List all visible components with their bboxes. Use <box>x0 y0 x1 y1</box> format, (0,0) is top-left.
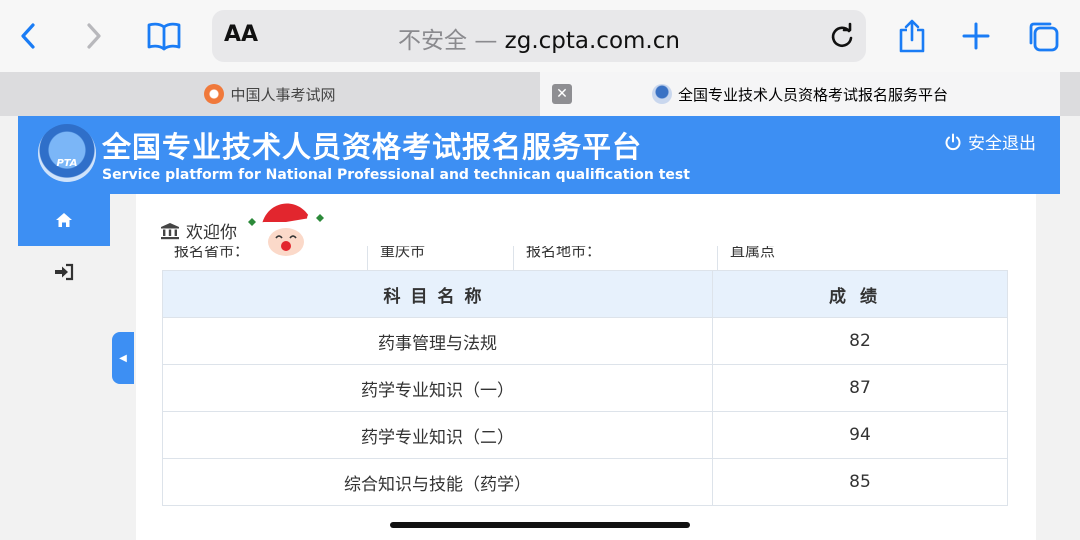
info-value-province: 重庆市 <box>368 246 514 270</box>
sidebar-collapse-button[interactable]: ◀ <box>112 332 134 384</box>
registration-info-row: 报名省市： 重庆市 报名地市： 直属点 <box>162 246 1008 270</box>
plus-icon <box>962 22 990 50</box>
chevron-left-icon <box>21 23 35 49</box>
url-display[interactable]: 不安全 — zg.cpta.com.cn <box>212 21 866 55</box>
tab-strip-edge <box>1060 72 1080 116</box>
share-button[interactable] <box>894 14 930 58</box>
chevron-right-icon <box>87 23 101 49</box>
column-header-subject: 科目名称 <box>162 270 713 318</box>
reload-icon[interactable] <box>828 22 856 50</box>
table-header-row: 科目名称 成绩 <box>162 270 1008 318</box>
bookmarks-button[interactable] <box>142 14 186 58</box>
sidebar-item-home[interactable] <box>18 194 110 246</box>
tabs-icon <box>1029 22 1059 52</box>
info-label-city: 报名地市： <box>514 246 718 270</box>
logo-text: PTA <box>56 158 78 169</box>
tabs-overview-button[interactable] <box>1022 14 1064 58</box>
score-table: 科目名称 成绩 药事管理与法规 82 药学专业知识（一） 87 药学专业知识（二… <box>162 270 1008 506</box>
pta-logo: PTA <box>38 124 96 182</box>
home-icon <box>56 213 72 227</box>
subject-cell: 综合知识与技能（药学） <box>162 458 713 506</box>
sidebar <box>18 194 110 540</box>
web-page: PTA 全国专业技术人员资格考试报名服务平台 Service platform … <box>0 116 1080 540</box>
security-warning: 不安全 — <box>398 28 498 54</box>
table-row: 综合知识与技能（药学） 85 <box>162 458 1008 506</box>
share-icon <box>899 19 925 53</box>
subject-cell: 药事管理与法规 <box>162 317 713 365</box>
tab-registration-platform[interactable]: 全国专业技术人员资格考试报名服务平台 <box>540 72 1060 116</box>
book-icon <box>147 22 181 51</box>
forward-button[interactable] <box>76 14 112 58</box>
tab-title: 全国专业技术人员资格考试报名服务平台 <box>677 85 948 104</box>
score-cell: 85 <box>712 458 1008 506</box>
address-bar[interactable]: AA 不安全 — zg.cpta.com.cn <box>212 10 866 62</box>
tab-cpta-portal[interactable]: 中国人事考试网 <box>0 72 540 116</box>
score-cell: 87 <box>712 364 1008 412</box>
welcome-message: 欢迎你 <box>160 218 237 243</box>
close-icon: ✕ <box>556 86 568 102</box>
cpta-favicon-icon <box>204 84 225 104</box>
url-domain: zg.cpta.com.cn <box>504 28 680 54</box>
table-row: 药学专业知识（一） 87 <box>162 364 1008 412</box>
home-indicator[interactable] <box>390 522 690 528</box>
main-content: 欢迎你 报名省市： 重庆市 报名地市： 直属点 科目名称 成绩 药事管理与法规 … <box>136 194 1036 540</box>
logout-button[interactable]: 安全退出 <box>944 129 1036 154</box>
subject-cell: 药学专业知识（二） <box>162 411 713 459</box>
tab-title: 中国人事考试网 <box>230 85 336 104</box>
subject-cell: 药学专业知识（一） <box>162 364 713 412</box>
logout-label: 安全退出 <box>968 134 1036 154</box>
close-tab-button[interactable]: ✕ <box>552 84 572 104</box>
power-icon <box>945 133 961 150</box>
site-title: 全国专业技术人员资格考试报名服务平台 <box>102 130 643 164</box>
score-cell: 94 <box>712 411 1008 459</box>
info-value-city: 直属点 <box>730 246 776 260</box>
new-tab-button[interactable] <box>958 14 994 58</box>
sidebar-item-sign-in[interactable] <box>18 246 110 298</box>
table-row: 药事管理与法规 82 <box>162 317 1008 365</box>
sign-in-icon <box>55 263 74 281</box>
browser-toolbar: AA 不安全 — zg.cpta.com.cn <box>0 0 1080 72</box>
table-row: 药学专业知识（二） 94 <box>162 411 1008 459</box>
triangle-left-icon: ◀ <box>119 352 127 364</box>
score-cell: 82 <box>712 317 1008 365</box>
site-subtitle: Service platform for National Profession… <box>102 167 690 183</box>
info-label-province: 报名省市： <box>162 246 368 270</box>
tab-strip: 中国人事考试网 全国专业技术人员资格考试报名服务平台 ✕ <box>0 72 1080 116</box>
column-header-score: 成绩 <box>712 270 1008 318</box>
site-header: PTA 全国专业技术人员资格考试报名服务平台 Service platform … <box>18 116 1060 194</box>
back-button[interactable] <box>10 14 46 58</box>
pta-favicon-icon <box>651 84 672 104</box>
welcome-label: 欢迎你 <box>186 223 237 243</box>
bank-icon <box>161 222 179 239</box>
